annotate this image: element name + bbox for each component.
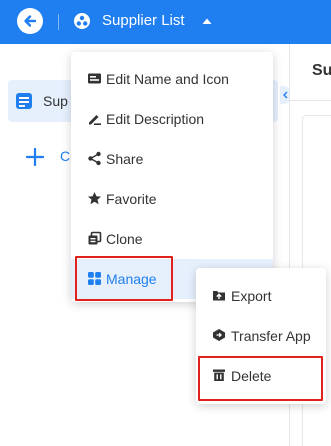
menu-item-label: Clone — [106, 231, 143, 247]
share-icon — [88, 151, 101, 166]
submenu-item-export[interactable]: Export — [196, 276, 326, 316]
header-divider — [58, 14, 59, 30]
annotation-highlight-delete — [198, 356, 323, 401]
top-bar: Supplier List — [0, 0, 331, 44]
sidebar-item-label: Sup — [43, 93, 68, 109]
main-pane-divider — [290, 100, 331, 101]
menu-item-label: Edit Description — [106, 111, 205, 127]
app-logo-icon — [74, 13, 90, 29]
arrow-left-icon — [24, 15, 37, 27]
menu-item-edit-description[interactable]: Edit Description — [71, 99, 273, 139]
menu-item-clone[interactable]: Clone — [71, 219, 273, 259]
export-icon — [213, 291, 225, 301]
sheet-icon — [16, 93, 32, 109]
menu-item-label: Share — [106, 151, 144, 167]
page-title: Sup — [312, 62, 331, 79]
annotation-highlight-manage — [75, 256, 173, 301]
submenu-item-label: Transfer App — [231, 328, 311, 344]
plus-icon[interactable] — [25, 147, 45, 167]
star-icon — [88, 192, 101, 205]
edit-description-icon — [89, 115, 101, 125]
caret-up-icon[interactable] — [201, 16, 213, 26]
menu-item-label: Edit Name and Icon — [106, 71, 229, 87]
submenu-item-label: Export — [231, 288, 272, 304]
menu-item-favorite[interactable]: Favorite — [71, 179, 273, 219]
app-title[interactable]: Supplier List — [102, 12, 185, 30]
back-button[interactable] — [17, 8, 43, 34]
create-button-label[interactable]: C — [60, 148, 70, 164]
menu-item-share[interactable]: Share — [71, 139, 273, 179]
edit-name-icon — [88, 73, 101, 84]
clone-icon — [88, 231, 102, 245]
menu-item-label: Favorite — [106, 191, 157, 207]
transfer-icon — [213, 329, 225, 341]
submenu-item-transfer-app[interactable]: Transfer App — [196, 316, 326, 356]
menu-item-edit-name-icon[interactable]: Edit Name and Icon — [71, 59, 273, 99]
